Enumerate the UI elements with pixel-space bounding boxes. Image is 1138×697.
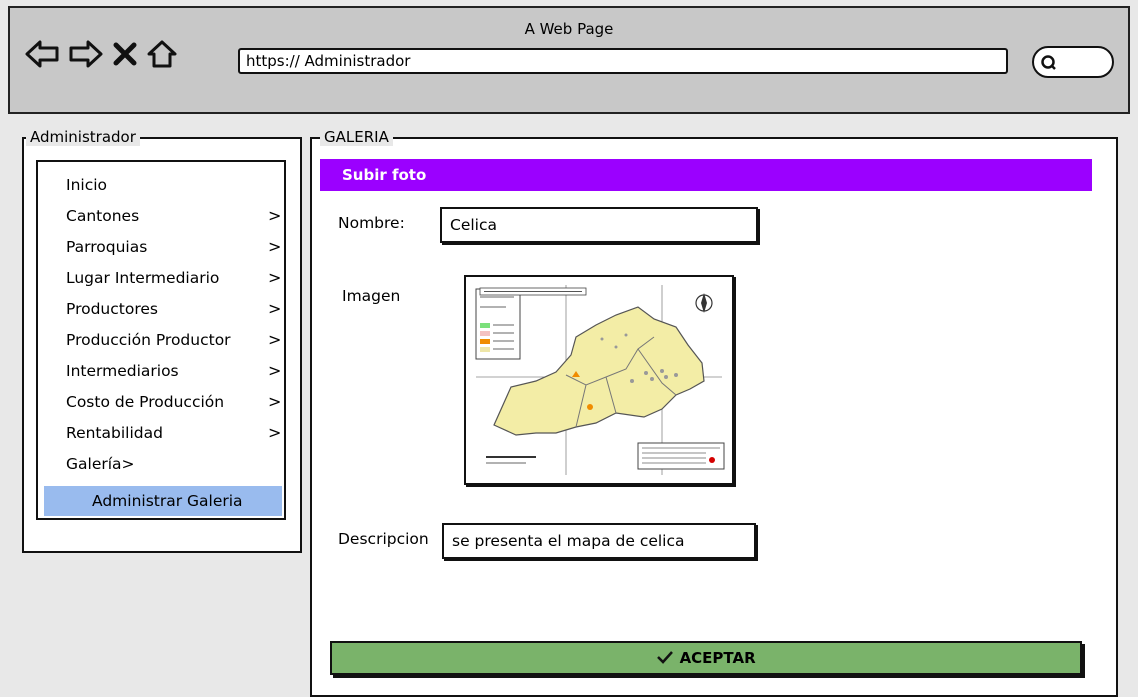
sidebar-item-cantones[interactable]: Cantones > [38, 201, 284, 231]
descripcion-label: Descripcion [338, 530, 429, 548]
sidebar-subitem-administrar-galeria[interactable]: Administrar Galeria [44, 486, 282, 516]
chevron-right-icon: > [268, 392, 282, 411]
imagen-label: Imagen [342, 287, 401, 305]
check-icon [656, 649, 679, 667]
sidebar-item-label: Producción Productor [66, 331, 231, 349]
sidebar-item-galeria[interactable]: Galería> [38, 449, 284, 479]
sidebar-item-label: Intermediarios [66, 362, 179, 380]
sidebar-item-intermediarios[interactable]: Intermediarios > [38, 356, 284, 386]
descripcion-input[interactable]: se presenta el mapa de celica [442, 523, 756, 559]
sidebar-item-label: Rentabilidad [66, 424, 163, 442]
window-title: A Web Page [524, 20, 614, 38]
map-graphic [468, 279, 730, 481]
sidebar-item-rentabilidad[interactable]: Rentabilidad > [38, 418, 284, 448]
sidebar-item-label: Costo de Producción [66, 393, 225, 411]
sidebar-item-produccion-productor[interactable]: Producción Productor > [38, 325, 284, 355]
home-icon[interactable] [146, 39, 178, 73]
close-icon[interactable] [112, 40, 138, 72]
sidebar-item-label: Galería> [66, 455, 135, 473]
chevron-right-icon: > [268, 299, 282, 318]
section-header: Subir foto [320, 159, 1092, 191]
chevron-right-icon: > [268, 268, 282, 287]
sidebar-item-inicio[interactable]: Inicio [38, 170, 284, 200]
forward-arrow-icon[interactable] [68, 39, 104, 73]
sidebar-item-costo-de-produccion[interactable]: Costo de Producción > [38, 387, 284, 417]
nav-icons [24, 38, 178, 74]
nombre-input[interactable]: Celica [440, 207, 758, 243]
chevron-right-icon: > [268, 206, 282, 225]
accept-button-label: ACEPTAR [679, 649, 756, 667]
sidebar-item-label: Inicio [66, 176, 108, 194]
chevron-right-icon: > [268, 423, 282, 442]
nombre-label: Nombre: [338, 214, 405, 232]
chevron-right-icon: > [268, 237, 282, 256]
chevron-right-icon: > [268, 361, 282, 380]
sidebar-item-label: Administrar Galeria [92, 492, 243, 510]
gallery-legend: GALERIA [320, 128, 393, 146]
map-image[interactable] [464, 275, 734, 485]
search-box[interactable] [1032, 46, 1114, 78]
sidebar-item-lugar-intermediario[interactable]: Lugar Intermediario > [38, 263, 284, 293]
url-field[interactable]: https:// Administrador [238, 48, 1008, 74]
sidebar-legend: Administrador [26, 128, 140, 146]
accept-button[interactable]: ACEPTAR [330, 641, 1082, 675]
sidebar-item-label: Cantones [66, 207, 140, 225]
sidebar-item-parroquias[interactable]: Parroquias > [38, 232, 284, 262]
chevron-right-icon: > [268, 330, 282, 349]
sidebar-item-productores[interactable]: Productores > [38, 294, 284, 324]
sidebar-item-label: Productores [66, 300, 158, 318]
sidebar-menu: Inicio Cantones > Parroquias > Lugar Int… [36, 160, 286, 520]
sidebar-item-label: Parroquias [66, 238, 148, 256]
back-arrow-icon[interactable] [24, 39, 60, 73]
sidebar-item-label: Lugar Intermediario [66, 269, 220, 287]
